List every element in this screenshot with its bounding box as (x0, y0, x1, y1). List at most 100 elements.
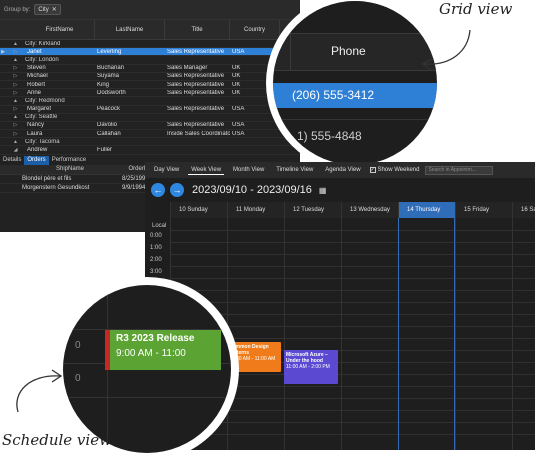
group-chip-city[interactable]: City ✕ (34, 4, 61, 15)
table-cell: Peacock (97, 106, 121, 113)
day-column[interactable] (284, 218, 341, 450)
tab-month-view[interactable]: Month View (230, 166, 267, 174)
group-label: City: Seattle (25, 114, 58, 121)
column-header-title[interactable]: Title (165, 20, 230, 39)
show-weekend-label: Show Weekend (377, 167, 420, 173)
table-cell: Leverling (97, 48, 122, 55)
zoom-selected-row: (206) 555-3412 (273, 83, 437, 108)
tab-day-view[interactable]: Day View (151, 166, 182, 174)
group-label: City: London (25, 56, 59, 63)
zoom-column-header: Phone (273, 33, 437, 71)
expander-icon[interactable]: ▷ (6, 82, 25, 88)
divider (63, 397, 231, 398)
expander-icon[interactable]: ▷ (6, 131, 25, 137)
expander-icon[interactable]: ▲ (6, 114, 25, 120)
group-row[interactable]: ▲ City: London (0, 56, 300, 65)
tab-orders[interactable]: Orders (24, 155, 49, 165)
day-column[interactable] (227, 218, 284, 450)
day-header[interactable]: 13 Wednesday (341, 202, 398, 218)
table-row[interactable]: ◢ Andrew Fuller (0, 146, 300, 155)
tab-agenda-view[interactable]: Agenda View (322, 166, 363, 174)
table-cell: USA (232, 122, 245, 129)
expander-icon[interactable]: ▷ (6, 49, 25, 55)
expander-icon[interactable]: ▲ (6, 139, 25, 145)
group-row[interactable]: ▲ City: Kirkland (0, 40, 300, 49)
expander-icon[interactable]: ▲ (6, 41, 25, 47)
show-weekend-toggle[interactable]: ✓ Show Weekend (369, 167, 420, 173)
table-row[interactable]: ▷ Robert King Sales Representative UK (0, 81, 300, 90)
zoom-header-phone: Phone (331, 44, 366, 58)
zoom-time-label: 0 (75, 373, 81, 384)
expander-icon[interactable]: ▷ (6, 106, 25, 112)
day-column[interactable] (398, 218, 455, 450)
day-column[interactable] (455, 218, 512, 450)
zoom-appointment-title: R3 2023 Release (116, 333, 195, 344)
table-row[interactable]: ▷ Nancy Davolio Sales Representative USA (0, 122, 300, 131)
table-cell: Janet (27, 48, 42, 55)
table-cell: Michael (27, 73, 48, 80)
date-navigation: ← → 2023/09/10 - 2023/09/16 ▦ (145, 178, 535, 202)
table-row[interactable]: ▷ Laura Callahan Inside Sales Coordinator US… (0, 130, 300, 139)
column-header-lastname[interactable]: LastName (95, 20, 165, 39)
day-header[interactable]: 10 Sunday (170, 202, 227, 218)
day-header[interactable]: 16 Sa (512, 202, 535, 218)
table-cell: Buchanan (97, 65, 125, 72)
table-cell: Sales Representative (167, 89, 225, 96)
grid-view-callout: Grid view (439, 0, 513, 18)
column-header-firstname[interactable]: FirstName (25, 20, 95, 39)
tab-week-view[interactable]: Week View (188, 166, 225, 175)
table-row[interactable]: ▷ Michael Suyama Sales Representative UK (0, 73, 300, 81)
group-label: City: Kirkland (25, 40, 61, 47)
expander-icon[interactable]: ▷ (6, 65, 25, 71)
timezone-label: Local (152, 223, 167, 229)
table-cell: Suyama (97, 73, 120, 80)
calendar-icon[interactable]: ▦ (319, 186, 327, 195)
table-cell: Davolio (97, 122, 118, 129)
group-by-label: Group by: (4, 6, 31, 13)
expander-icon[interactable]: ▷ (6, 73, 25, 79)
tab-details[interactable]: Details (0, 156, 24, 165)
group-row[interactable]: ▲ City: Tacoma (0, 138, 300, 147)
day-column[interactable] (341, 218, 398, 450)
day-header[interactable]: 15 Friday (455, 202, 512, 218)
table-row[interactable]: ▶ ▷ Janet Leverling Sales Representative USA (0, 48, 300, 57)
appointment-microsoft-azure[interactable]: Microsoft Azure – Under the hood 11:00 A… (284, 350, 338, 384)
view-tabs: Day View Week View Month View Timeline V… (145, 162, 535, 178)
expander-icon[interactable]: ◢ (6, 147, 25, 153)
group-row[interactable]: ▲ City: Redmond (0, 97, 300, 106)
next-button[interactable]: → (170, 183, 184, 197)
group-label: City: Tacoma (25, 138, 60, 145)
day-header[interactable]: 14 Thursday (398, 202, 455, 218)
search-input[interactable]: Search in Appointm... (425, 165, 494, 175)
table-row[interactable]: ▷ Steven Buchanan Sales Manager UK (0, 65, 300, 73)
grid-column-header: FirstName LastName Title Country (0, 20, 300, 40)
zoom-selected-phone: (206) 555-3412 (292, 88, 375, 102)
table-cell: Margaret (27, 106, 52, 113)
zoom-time-label: 0 (75, 340, 81, 351)
expander-icon[interactable]: ▲ (6, 98, 25, 104)
expander-icon[interactable]: ▷ (6, 90, 25, 96)
table-row[interactable]: ▷ Anne Dodsworth Sales Representative UK (0, 89, 300, 98)
table-cell: Sales Representative (167, 106, 225, 113)
appointment-time: 11:00 AM - 2:00 PM (286, 364, 330, 370)
expander-icon[interactable]: ▲ (6, 57, 25, 63)
day-header[interactable]: 11 Monday (227, 202, 284, 218)
previous-button[interactable]: ← (151, 183, 165, 197)
zoom-appointment-time: 9:00 AM - 11:00 (116, 348, 186, 359)
day-column[interactable] (512, 218, 535, 450)
table-cell: Laura (27, 130, 43, 137)
table-row[interactable]: ▷ Margaret Peacock Sales Representative USA (0, 106, 300, 114)
day-header[interactable]: 12 Tuesday (284, 202, 341, 218)
table-cell: Andrew (27, 147, 48, 154)
group-row[interactable]: ▲ City: Seattle (0, 114, 300, 122)
table-cell: Robert (27, 81, 46, 88)
expander-icon[interactable]: ▷ (6, 122, 25, 128)
column-header-shipname[interactable]: ShipName (20, 165, 120, 174)
grid-zoom-magnifier: Phone (206) 555-3412 1) 555-4848 (266, 0, 444, 172)
group-label: City: Redmond (25, 97, 65, 104)
checkbox-icon[interactable]: ✓ (369, 167, 376, 173)
tab-timeline-view[interactable]: Timeline View (273, 166, 316, 174)
close-icon[interactable]: ✕ (52, 6, 57, 13)
time-label: 2:00 (150, 257, 162, 263)
tab-performance[interactable]: Performance (49, 156, 89, 165)
